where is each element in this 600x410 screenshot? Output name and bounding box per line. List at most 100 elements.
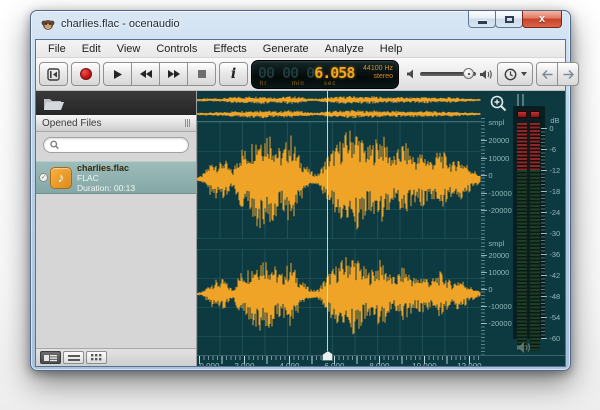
file-meta: charlies.flac FLAC Duration: 00:13 xyxy=(77,163,135,193)
list-view-icon xyxy=(68,354,80,362)
zoom-in-icon[interactable] xyxy=(489,94,508,113)
record-button[interactable] xyxy=(71,62,100,86)
db-label: -24 xyxy=(549,208,560,217)
file-duration: Duration: 00:13 xyxy=(77,183,135,193)
window-controls: x xyxy=(469,11,562,28)
record-icon xyxy=(80,68,92,80)
menu-edit[interactable]: Edit xyxy=(74,41,109,57)
volume-slider-knob[interactable] xyxy=(463,68,474,79)
search-box xyxy=(43,137,189,153)
sample-rate: 44100 Hz xyxy=(363,65,393,73)
minimize-icon xyxy=(478,21,487,24)
maximize-icon xyxy=(505,16,514,23)
amplitude-unit: smpl xyxy=(488,118,504,127)
close-button[interactable]: x xyxy=(522,11,562,28)
amplitude-label: -20000 xyxy=(488,319,511,328)
file-row[interactable]: ✓ ♪ charlies.flac FLAC Duration: 00:13 xyxy=(36,161,196,194)
view-grid-button[interactable] xyxy=(86,351,107,364)
info-button[interactable]: i xyxy=(219,62,248,86)
channel-2-waveform[interactable] xyxy=(197,249,481,355)
fast-forward-button[interactable] xyxy=(159,62,188,86)
menu-view[interactable]: View xyxy=(109,41,149,57)
db-label: -18 xyxy=(549,187,560,196)
rewind-icon xyxy=(139,69,153,79)
file-name: charlies.flac xyxy=(77,163,135,173)
overview-waveform-left[interactable] xyxy=(197,94,481,106)
folder-icon[interactable] xyxy=(43,95,65,112)
db-label: 0 xyxy=(549,124,553,133)
amplitude-label: 10000 xyxy=(488,154,509,163)
title-bar[interactable]: charlies.flac - ocenaudio x xyxy=(31,11,570,39)
time-digits-current: 6.058 xyxy=(314,64,354,82)
monitor-speaker-icon[interactable] xyxy=(517,341,533,354)
arrow-left-icon xyxy=(542,70,553,79)
panel-grip-icon[interactable] xyxy=(185,119,190,127)
play-button[interactable] xyxy=(103,62,132,86)
menu-analyze[interactable]: Analyze xyxy=(317,41,372,57)
db-label: -30 xyxy=(549,229,560,238)
amplitude-label: 10000 xyxy=(488,268,509,277)
client-area: File Edit View Controls Effects Generate… xyxy=(35,39,566,367)
time-display: 00 00 06.058 hr min sec 44100 Hz stereo xyxy=(251,60,399,89)
back-button[interactable] xyxy=(536,62,558,86)
db-scale: dB 0-6-12-18-24-30-36-42-48-54-60 xyxy=(541,116,565,348)
time-label: 6.000 xyxy=(324,362,344,366)
file-format: FLAC xyxy=(77,173,135,183)
file-list: ✓ ♪ charlies.flac FLAC Duration: 00:13 xyxy=(36,159,196,348)
menu-effects[interactable]: Effects xyxy=(205,41,254,57)
volume-low-icon xyxy=(407,69,416,79)
search-area xyxy=(36,132,196,159)
time-label: 4.000 xyxy=(279,362,299,366)
menu-controls[interactable]: Controls xyxy=(148,41,205,57)
menu-generate[interactable]: Generate xyxy=(255,41,317,57)
toolbar: i 00 00 06.058 hr min sec 44100 Hz stere… xyxy=(36,58,565,91)
app-icon xyxy=(41,18,55,32)
channel-mode: stereo xyxy=(363,73,393,81)
maximize-button[interactable] xyxy=(495,11,523,28)
volume-slider[interactable] xyxy=(420,72,476,76)
db-label: -54 xyxy=(549,313,560,322)
amplitude-label: -10000 xyxy=(488,189,511,198)
db-label: -48 xyxy=(549,292,560,301)
time-ruler: 0.0002.0004.0006.0008.00010.00012.000 xyxy=(197,355,565,366)
time-digits: 00 00 06.058 xyxy=(258,64,354,82)
menu-file[interactable]: File xyxy=(40,41,74,57)
channel-1-waveform[interactable] xyxy=(197,121,481,239)
db-label: -60 xyxy=(549,334,560,343)
amplitude-label: -10000 xyxy=(488,302,511,311)
time-label: 2.000 xyxy=(234,362,254,366)
search-input[interactable] xyxy=(59,140,182,150)
overview-waveform-right[interactable] xyxy=(197,108,481,120)
volume-control xyxy=(407,69,493,80)
unit-sec: sec xyxy=(324,81,356,87)
stop-button[interactable] xyxy=(187,62,216,86)
rewind-button[interactable] xyxy=(131,62,160,86)
view-detail-button[interactable] xyxy=(40,351,61,364)
amplitude-ticks xyxy=(481,118,485,239)
unit-hr: hr xyxy=(260,81,292,87)
menu-help[interactable]: Help xyxy=(372,41,411,57)
clip-indicator-left xyxy=(517,111,527,118)
waveform-editor[interactable]: smpl 20000100000-10000-20000 smpl 200001… xyxy=(197,91,565,366)
amplitude-label: 20000 xyxy=(488,251,509,260)
db-label: -12 xyxy=(549,166,560,175)
volume-high-icon xyxy=(480,69,493,80)
amplitude-ruler-channel-1: smpl 20000100000-10000-20000 xyxy=(481,118,511,239)
amplitude-ruler-channel-2: smpl 20000100000-10000-20000 xyxy=(481,239,511,355)
unit-min: min xyxy=(292,81,324,87)
panel-header: Opened Files xyxy=(36,115,196,132)
amplitude-label: 0 xyxy=(488,285,492,294)
playhead-line[interactable] xyxy=(327,91,328,355)
minimize-button[interactable] xyxy=(468,11,496,28)
db-label: -36 xyxy=(549,250,560,259)
forward-button[interactable] xyxy=(557,62,579,86)
toggle-sidebar-button[interactable] xyxy=(39,62,68,86)
meter-column-right xyxy=(530,123,540,351)
view-list-button[interactable] xyxy=(63,351,84,364)
file-check-icon[interactable]: ✓ xyxy=(39,173,48,182)
window-title: charlies.flac - ocenaudio xyxy=(61,18,180,30)
record-timer-button[interactable] xyxy=(497,62,533,86)
time-label: 0.000 xyxy=(199,362,219,366)
app-window: charlies.flac - ocenaudio x File Edit Vi… xyxy=(30,10,571,371)
db-label: -42 xyxy=(549,271,560,280)
